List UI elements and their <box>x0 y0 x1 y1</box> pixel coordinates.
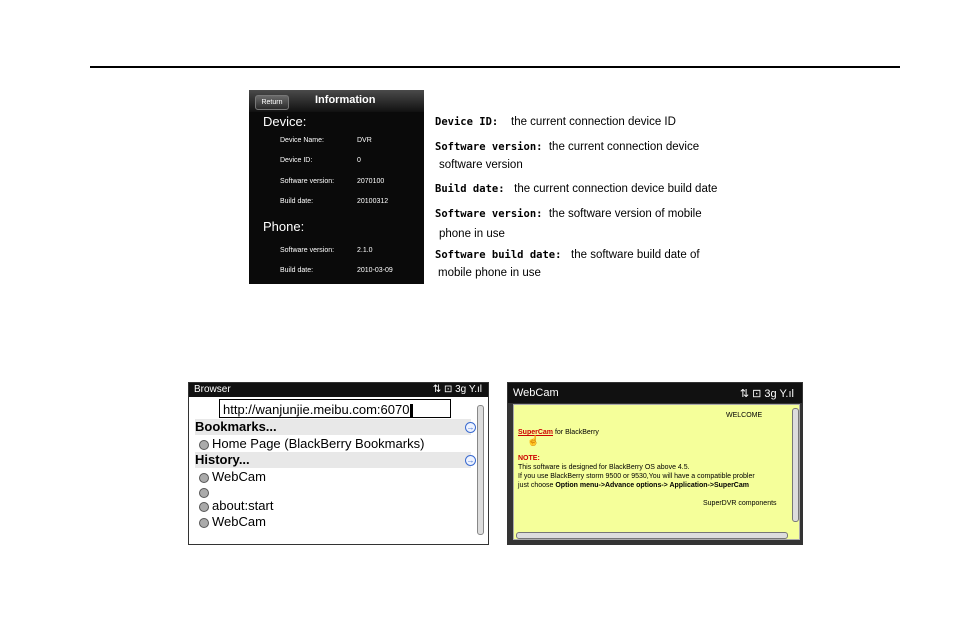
globe-icon <box>199 487 209 498</box>
desc-device-id: Device ID: the current connection device… <box>435 116 676 128</box>
desc-text: the software version of mobile <box>548 208 702 220</box>
desc-term: Software version: <box>435 141 543 153</box>
list-item-label: Home Page (BlackBerry Bookmarks) <box>212 436 425 451</box>
history-heading[interactable]: History... <box>195 452 471 468</box>
return-button[interactable]: Return <box>255 95 289 110</box>
device-build-value: 20100312 <box>357 198 389 205</box>
device-heading: Device: <box>263 114 307 129</box>
browser-title: Browser <box>194 384 231 395</box>
note-line-2: If you use BlackBerry storm 9500 or 9530… <box>518 473 755 480</box>
hand-cursor-icon: ☝ <box>527 436 540 447</box>
info-title: Information <box>315 94 376 106</box>
note-label: NOTE: <box>518 455 540 462</box>
list-item[interactable]: WebCam <box>199 469 266 484</box>
url-text: http://wanjunjie.meibu.com:6070 <box>223 402 410 417</box>
globe-icon <box>199 517 209 528</box>
note-line-3-path: Option menu->Advance options-> Applicati… <box>555 482 749 489</box>
text-caret <box>410 403 414 417</box>
arrow-right-icon[interactable]: → <box>465 455 476 466</box>
device-software-value: 2070100 <box>357 178 385 185</box>
vertical-scrollbar[interactable] <box>477 405 484 535</box>
list-item[interactable]: about:start <box>199 498 273 513</box>
note-line-3: just choose Option menu->Advance options… <box>518 482 749 489</box>
globe-icon <box>199 472 209 483</box>
webcam-status-bar: WebCam ⇅ ⊡ 3g Y.ıl <box>508 383 802 403</box>
bookmarks-heading[interactable]: Bookmarks... <box>195 419 471 435</box>
supercam-line: SuperCam for BlackBerry <box>518 429 599 436</box>
vertical-scrollbar[interactable] <box>792 408 799 522</box>
note-line-1: This software is designed for BlackBerry… <box>518 464 690 471</box>
supercam-link[interactable]: SuperCam <box>518 429 553 436</box>
desc-term: Software version: <box>435 208 543 220</box>
footer-text: SuperDVR components <box>703 500 777 507</box>
phone-software-value: 2.1.0 <box>357 247 373 254</box>
globe-icon <box>199 439 209 450</box>
arrow-right-icon[interactable]: → <box>465 422 476 433</box>
info-header: Return Information <box>249 90 424 112</box>
device-name-label: Device Name: <box>280 137 324 144</box>
desc-text: the software build date of <box>571 249 700 261</box>
note-line-3-prefix: just choose <box>518 482 556 489</box>
webcam-page: WELCOME SuperCam for BlackBerry ☝ NOTE: … <box>513 404 800 540</box>
browser-status-bar: Browser ⇅ ⊡ 3g Y.ıl <box>189 383 488 397</box>
webcam-screen: WebCam ⇅ ⊡ 3g Y.ıl WELCOME SuperCam for … <box>507 382 803 545</box>
device-id-value: 0 <box>357 157 361 164</box>
desc-software-version: Software version: the current connection… <box>435 141 699 153</box>
globe-icon <box>199 501 209 512</box>
desc-phone-build: Software build date: the software build … <box>435 249 700 261</box>
device-build-label: Build date: <box>280 198 314 205</box>
phone-software-label: Software version: <box>280 247 335 254</box>
desc-phone-software: Software version: the software version o… <box>435 208 702 220</box>
supercam-suffix: for BlackBerry <box>553 429 599 436</box>
device-id-label: Device ID: <box>280 157 313 164</box>
list-item-label: WebCam <box>212 469 266 484</box>
desc-cont: mobile phone in use <box>438 267 541 279</box>
desc-cont: phone in use <box>439 228 505 240</box>
status-icons: ⇅ ⊡ 3g Y.ıl <box>432 384 482 395</box>
phone-heading: Phone: <box>263 219 305 234</box>
list-item-label: WebCam <box>212 514 266 529</box>
desc-text: the current connection device build date <box>514 183 718 195</box>
welcome-text: WELCOME <box>726 412 763 419</box>
desc-text: the current connection device ID <box>511 116 676 128</box>
horizontal-scrollbar[interactable] <box>516 532 788 539</box>
desc-text: the current connection device <box>548 141 700 153</box>
status-icons: ⇅ ⊡ 3g Y.ıl <box>739 388 794 400</box>
browser-screen: Browser ⇅ ⊡ 3g Y.ıl http://wanjunjie.mei… <box>188 382 489 545</box>
webcam-title: WebCam <box>513 387 559 399</box>
desc-term: Build date: <box>435 183 505 195</box>
phone-build-value: 2010-03-09 <box>357 267 393 274</box>
desc-term: Software build date: <box>435 249 562 261</box>
list-item[interactable]: Home Page (BlackBerry Bookmarks) <box>199 436 424 451</box>
desc-cont: software version <box>439 159 523 171</box>
list-item[interactable]: WebCam <box>199 514 266 529</box>
list-item[interactable] <box>199 484 212 499</box>
information-screen: Return Information Device: Device Name: … <box>249 90 424 284</box>
desc-build-date: Build date: the current connection devic… <box>435 183 717 195</box>
list-item-label: about:start <box>212 498 274 513</box>
phone-build-label: Build date: <box>280 267 314 274</box>
desc-term: Device ID: <box>435 116 499 128</box>
device-software-label: Software version: <box>280 178 335 185</box>
device-name-value: DVR <box>357 137 372 144</box>
url-input[interactable]: http://wanjunjie.meibu.com:6070 <box>219 399 451 418</box>
header-rule <box>90 66 900 68</box>
